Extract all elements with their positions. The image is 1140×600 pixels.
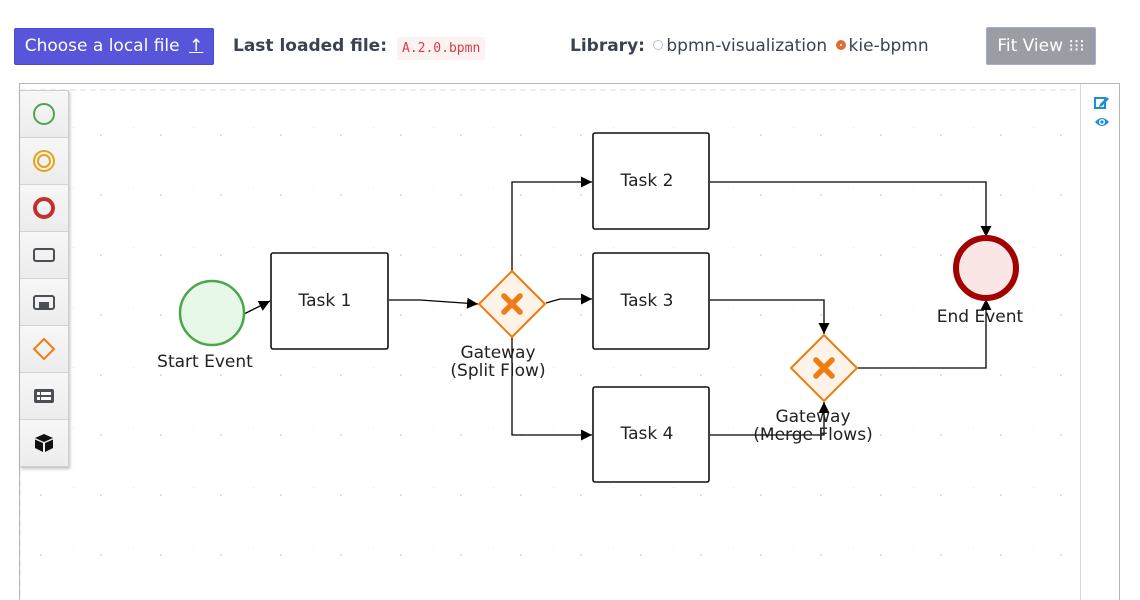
palette-task[interactable] [20,232,68,279]
subprocess-icon [33,295,55,310]
label-task3: Task 3 [620,291,674,311]
diagram-canvas[interactable]: Start Event Task 1 Gateway (Split Flow) Task… [20,84,1080,600]
palette-lane[interactable] [20,373,68,420]
intermediate-event-icon [33,150,55,172]
dot-grid [20,84,1080,600]
cube-icon [35,434,53,452]
end-event-icon [33,197,55,219]
task-icon [33,248,55,262]
label-split: Gateway (Split Flow) [450,343,545,381]
last-loaded-file-label: Last loaded file: [233,36,387,56]
start-event-shape[interactable] [178,279,246,347]
fit-view-button[interactable]: Fit View ⁝⁝⁝ [986,27,1096,65]
radio-bpmn-visualization[interactable] [653,40,664,50]
start-event-icon [33,103,55,125]
end-event-shape[interactable] [953,235,1019,301]
lane-icon [34,389,54,403]
node-start[interactable] [178,279,246,347]
label-start: Start Event [157,352,253,372]
edit-icon[interactable] [1090,92,1114,112]
choose-local-file-button[interactable]: Choose a local file ↑ [14,28,214,65]
eye-icon[interactable] [1090,112,1114,132]
palette-gateway[interactable] [20,326,68,373]
library-selector: Library: bpmn-visualization kie-bpmn [570,36,929,56]
right-panel-toolbar [1090,92,1114,132]
label-task4: Task 4 [620,424,674,444]
radio-kie-bpmn[interactable] [835,40,846,50]
library-label: Library: [570,36,645,56]
shape-palette [20,90,69,467]
upload-arrow-icon: ↑ [189,36,204,56]
palette-intermediate-event[interactable] [20,138,68,185]
label-task1: Task 1 [298,291,352,311]
palette-end-event[interactable] [20,185,68,232]
label-task2: Task 2 [620,171,674,191]
choose-local-file-label: Choose a local file [24,36,180,56]
radio-label-bpmn-visualization[interactable]: bpmn-visualization [666,36,827,56]
right-panel-divider [1080,84,1081,600]
grid-dots-icon: ⁝⁝⁝ [1068,36,1085,56]
radio-label-kie-bpmn[interactable]: kie-bpmn [849,36,929,56]
palette-subprocess[interactable] [20,279,68,326]
palette-custom[interactable] [20,420,68,466]
last-loaded-file-name: A.2.0.bpmn [397,37,486,60]
palette-start-event[interactable] [20,91,68,138]
fit-view-label: Fit View [997,36,1064,56]
node-end[interactable] [953,235,1019,301]
top-toolbar: Choose a local file ↑ Last loaded file: … [0,0,1140,80]
label-end: End Event [937,307,1024,327]
gateway-icon [32,337,56,361]
